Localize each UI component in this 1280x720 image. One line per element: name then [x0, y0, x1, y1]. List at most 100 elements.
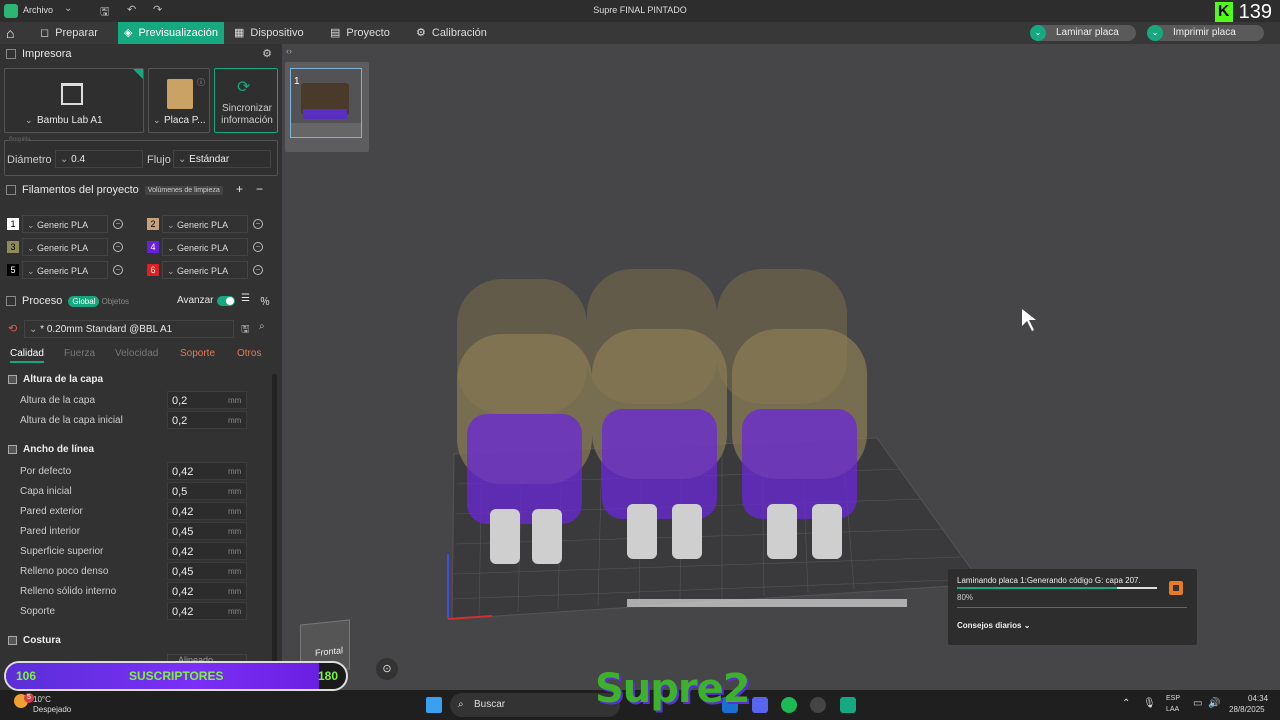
- network-icon[interactable]: ▭: [1193, 698, 1202, 709]
- print-plate-button[interactable]: ⌄ Imprimir placa: [1147, 25, 1264, 41]
- purge-volumes-button[interactable]: Volúmenes de limpieza: [144, 185, 223, 195]
- home-icon[interactable]: ⌂: [6, 25, 22, 41]
- discord-icon[interactable]: [752, 697, 768, 713]
- windows-start-icon[interactable]: [426, 697, 442, 713]
- printer-select[interactable]: Bambu Lab A1 ⌄: [4, 68, 144, 133]
- tab-strength[interactable]: Fuerza: [64, 348, 95, 359]
- info-icon[interactable]: ⓘ: [197, 77, 205, 88]
- remove-filament-icon[interactable]: −: [253, 219, 263, 229]
- auto-fit-icon[interactable]: ⊙: [376, 658, 398, 680]
- daily-tips-link[interactable]: Consejos diarios ⌄: [957, 621, 1030, 630]
- filaments-section-title: Filamentos del proyecto: [22, 184, 139, 196]
- clock-time[interactable]: 04:34: [1248, 694, 1268, 703]
- layer-height-group: Altura de la capa: [8, 374, 103, 385]
- search-icon: ⌕: [458, 699, 464, 710]
- tab-quality[interactable]: Calidad: [10, 348, 44, 363]
- flow-select[interactable]: ⌄ Estándar: [173, 150, 271, 168]
- figurine-body: [602, 409, 717, 519]
- stop-button[interactable]: [1169, 581, 1183, 595]
- 3d-viewport[interactable]: ‹› 1 Frontal ⊙ Laminando placa 1:Generan…: [282, 44, 1280, 690]
- printer-model-icon: [61, 83, 83, 105]
- tab-others[interactable]: Otros: [237, 348, 261, 359]
- tab-speed[interactable]: Velocidad: [115, 348, 158, 359]
- filament-select[interactable]: ⌄ Generic PLA: [22, 215, 108, 233]
- filament-color-swatch[interactable]: 3: [7, 241, 19, 253]
- microphone-icon[interactable]: 🎙: [1143, 698, 1156, 709]
- tab-calibration[interactable]: ⚙ Calibración: [410, 22, 493, 44]
- filament-select[interactable]: ⌄ Generic PLA: [162, 261, 248, 279]
- tab-device-label: Dispositivo: [250, 27, 304, 39]
- search-icon[interactable]: ⌕: [259, 321, 265, 332]
- remove-filament-icon[interactable]: −: [113, 219, 123, 229]
- main-nav: ⌂ ◻ Preparar ◈ Previsualización ▦ Dispositi…: [0, 22, 1280, 44]
- filament-select[interactable]: ⌄ Generic PLA: [162, 215, 248, 233]
- param-unit: mm: [228, 467, 242, 476]
- chevron-down-icon[interactable]: ⌄: [1030, 25, 1046, 41]
- sidebar-scrollbar[interactable]: [272, 374, 277, 674]
- filament-color-swatch[interactable]: 5: [7, 264, 19, 276]
- lang-code[interactable]: ESP: [1166, 695, 1180, 702]
- remove-filament-icon[interactable]: −: [256, 182, 263, 196]
- param-unit: mm: [228, 547, 242, 556]
- remove-filament-icon[interactable]: −: [113, 265, 123, 275]
- filament-color-swatch[interactable]: 4: [147, 241, 159, 253]
- chevron-down-icon[interactable]: ⌄: [1147, 25, 1163, 41]
- group-icon: [8, 375, 17, 384]
- save-icon[interactable]: 🖫: [241, 322, 250, 339]
- figurine-boot: [672, 504, 702, 559]
- filament-color-swatch[interactable]: 6: [147, 264, 159, 276]
- clock-date: 28/8/2025: [1229, 705, 1265, 714]
- plate-select[interactable]: ⓘ ⌄ Placa P...: [148, 68, 210, 133]
- diameter-label: Diámetro: [7, 154, 52, 166]
- tab-device[interactable]: ▦ Dispositivo: [228, 22, 310, 44]
- slice-plate-label: Laminar placa: [1056, 27, 1119, 38]
- process-profile-value: * 0.20mm Standard @BBL A1: [40, 324, 173, 335]
- percent-icon[interactable]: ％: [260, 293, 270, 308]
- weather-temp[interactable]: 10°C: [33, 695, 51, 704]
- remove-filament-icon[interactable]: −: [253, 265, 263, 275]
- param-label: Capa inicial: [20, 486, 72, 497]
- advanced-label: Avanzar: [177, 295, 214, 306]
- volume-icon[interactable]: 🔊: [1208, 698, 1220, 709]
- reset-icon[interactable]: ⟲: [8, 322, 17, 335]
- tab-project[interactable]: ▤ Proyecto: [324, 22, 396, 44]
- gear-icon[interactable]: ⚙: [262, 47, 272, 60]
- param-label: Superficie superior: [20, 546, 104, 557]
- corner-flag-icon: [133, 69, 143, 79]
- add-filament-icon[interactable]: +: [236, 182, 243, 196]
- sync-info-button[interactable]: ⟳ Sincronizar información: [214, 68, 278, 133]
- global-toggle[interactable]: Global: [68, 295, 100, 307]
- param-label: Altura de la capa: [20, 395, 96, 406]
- slice-plate-button[interactable]: ⌄ Laminar placa: [1030, 25, 1136, 41]
- remove-filament-icon[interactable]: −: [253, 242, 263, 252]
- window-title: Supre FINAL PINTADO: [593, 5, 687, 15]
- filament-color-swatch[interactable]: 2: [147, 218, 159, 230]
- filament-item: 3 ⌄ Generic PLA −: [7, 238, 123, 256]
- device-icon: ▦: [234, 27, 245, 39]
- tab-preview[interactable]: ◈ Previsualización: [118, 22, 224, 44]
- filament-select[interactable]: ⌄ Generic PLA: [22, 261, 108, 279]
- remove-filament-icon[interactable]: −: [113, 242, 123, 252]
- spotify-icon[interactable]: [781, 697, 797, 713]
- filament-select[interactable]: ⌄ Generic PLA: [162, 238, 248, 256]
- progress-text: Laminando placa 1:Generando código G: ca…: [957, 576, 1141, 585]
- param-unit: mm: [228, 396, 242, 405]
- filament-name: Generic PLA: [37, 266, 89, 276]
- process-profile-select[interactable]: ⌄ * 0.20mm Standard @BBL A1: [24, 320, 234, 338]
- figurine-boot: [490, 509, 520, 564]
- diameter-select[interactable]: ⌄ 0.4: [55, 150, 143, 168]
- subscriber-goal-bar: 106 SUSCRIPTORES 180: [4, 661, 348, 691]
- advanced-switch[interactable]: [217, 296, 235, 306]
- filament-select[interactable]: ⌄ Generic PLA: [22, 238, 108, 256]
- mouse-cursor-icon: [1022, 309, 1036, 331]
- param-row: Relleno poco denso 0,45 mm: [20, 562, 270, 582]
- browser-icon[interactable]: [810, 697, 826, 713]
- tab-prepare[interactable]: ◻ Preparar: [34, 22, 104, 44]
- filaments-section-header: Filamentos del proyecto Volúmenes de lim…: [0, 180, 282, 200]
- objects-toggle[interactable]: Objetos: [101, 297, 129, 306]
- tray-chevron-icon[interactable]: ⌃: [1122, 698, 1130, 709]
- list-icon[interactable]: ☰: [241, 293, 250, 304]
- bambu-studio-icon[interactable]: [840, 697, 856, 713]
- filament-color-swatch[interactable]: 1: [7, 218, 19, 230]
- tab-support[interactable]: Soporte: [180, 348, 215, 359]
